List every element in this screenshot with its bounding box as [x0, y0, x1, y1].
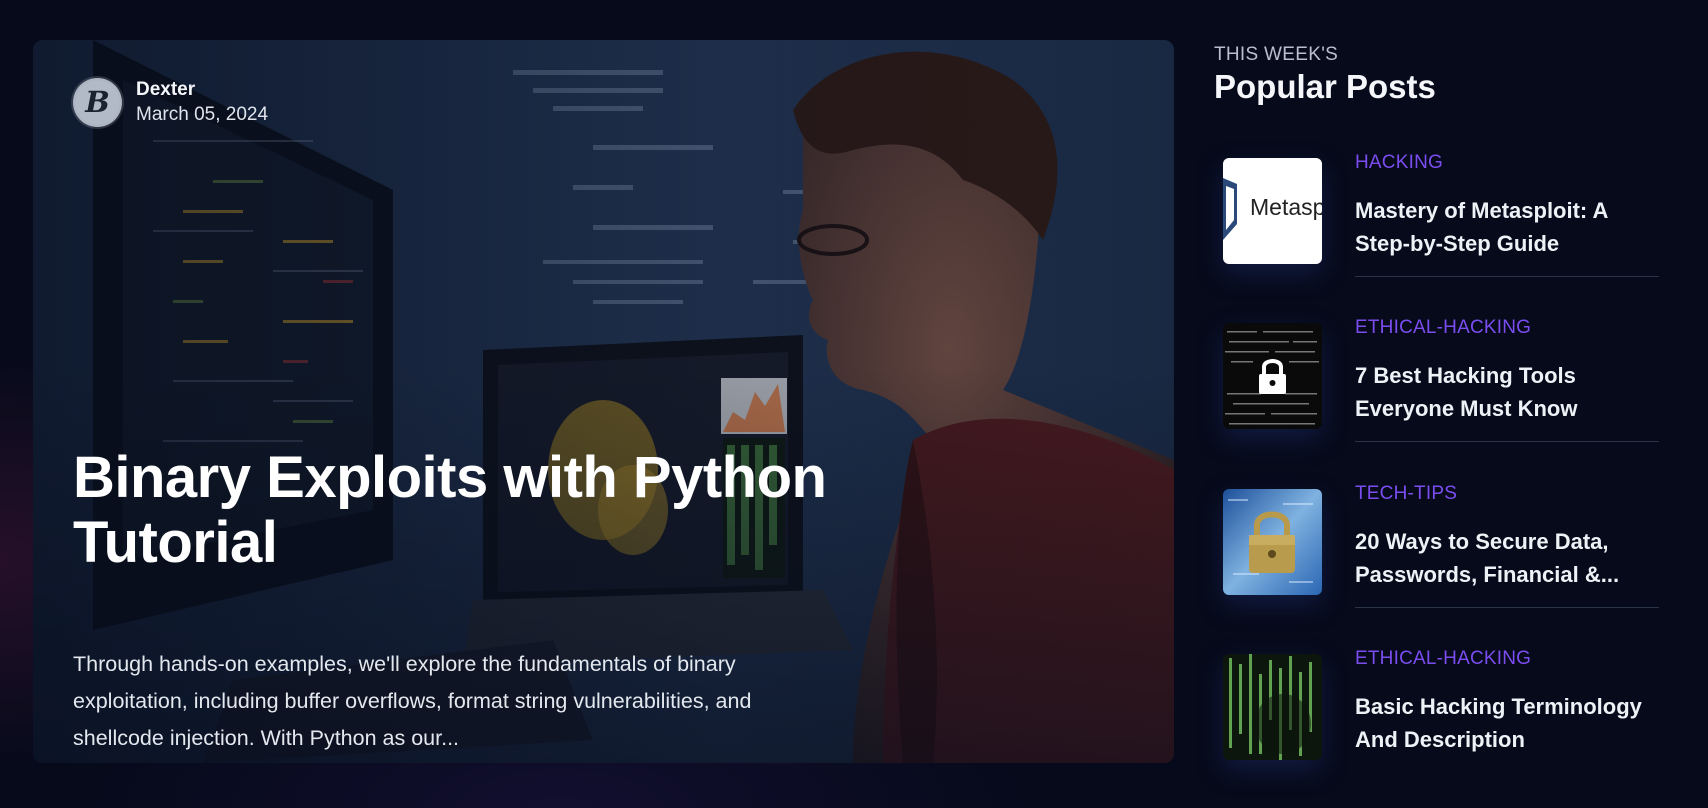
padlock-code-icon [1223, 323, 1322, 429]
post-body: ETHICAL-HACKING Basic Hacking Terminolog… [1355, 648, 1659, 756]
post-body: HACKING Mastery of Metasploit: A Step-by… [1355, 152, 1659, 260]
padlock-blue-icon [1223, 489, 1322, 595]
post-title-link[interactable]: 20 Ways to Secure Data, Passwords, Finan… [1355, 525, 1659, 591]
divider [1355, 276, 1659, 277]
post-title-link[interactable]: Basic Hacking Terminology And Descriptio… [1355, 690, 1659, 756]
featured-post-excerpt: Through hands-on examples, we'll explore… [73, 652, 752, 750]
post-category-link[interactable]: ETHICAL-HACKING [1355, 317, 1659, 339]
post-body: ETHICAL-HACKING 7 Best Hacking Tools Eve… [1355, 317, 1659, 425]
popular-post-item[interactable]: TECH-TIPS 20 Ways to Secure Data, Passwo… [1214, 483, 1664, 625]
blog-logo-icon: B [75, 80, 120, 125]
divider [1355, 441, 1659, 442]
post-thumbnail[interactable] [1223, 654, 1322, 760]
popular-post-item[interactable]: ETHICAL-HACKING Basic Hacking Terminolog… [1214, 648, 1664, 790]
post-category-link[interactable]: HACKING [1355, 152, 1659, 174]
post-title-link[interactable]: 7 Best Hacking Tools Everyone Must Know [1355, 359, 1659, 425]
popular-post-item[interactable]: ETHICAL-HACKING 7 Best Hacking Tools Eve… [1214, 317, 1664, 459]
section-eyebrow: THIS WEEK'S [1214, 44, 1339, 65]
post-category-link[interactable]: ETHICAL-HACKING [1355, 648, 1659, 670]
post-thumbnail[interactable] [1223, 323, 1322, 429]
popular-post-item[interactable]: Metasp HACKING Mastery of Metasploit: A … [1214, 152, 1664, 294]
featured-post-title[interactable]: Binary Exploits with Python Tutorial [73, 445, 933, 575]
author-info[interactable]: B Dexter March 05, 2024 [73, 78, 268, 128]
metasploit-logo-icon: Metasp [1223, 158, 1322, 264]
post-thumbnail[interactable] [1223, 489, 1322, 595]
matrix-code-icon [1223, 654, 1322, 760]
post-title-link[interactable]: Mastery of Metasploit: A Step-by-Step Gu… [1355, 194, 1659, 260]
svg-text:B: B [84, 85, 110, 119]
popular-posts-sidebar: THIS WEEK'S Popular Posts Metasp HACKING… [1214, 44, 1664, 760]
post-category-link[interactable]: TECH-TIPS [1355, 483, 1659, 505]
section-title: Popular Posts [1214, 68, 1436, 105]
author-name[interactable]: Dexter [136, 78, 268, 103]
svg-text:Metasp: Metasp [1250, 194, 1322, 220]
post-body: TECH-TIPS 20 Ways to Secure Data, Passwo… [1355, 483, 1659, 591]
author-meta: Dexter March 05, 2024 [136, 78, 268, 127]
divider [1355, 607, 1659, 608]
featured-post-card[interactable]: B Dexter March 05, 2024 Binary Exploits … [33, 40, 1174, 763]
post-thumbnail[interactable]: Metasp [1223, 158, 1322, 264]
author-avatar[interactable]: B [73, 78, 122, 128]
post-date: March 05, 2024 [136, 103, 269, 125]
